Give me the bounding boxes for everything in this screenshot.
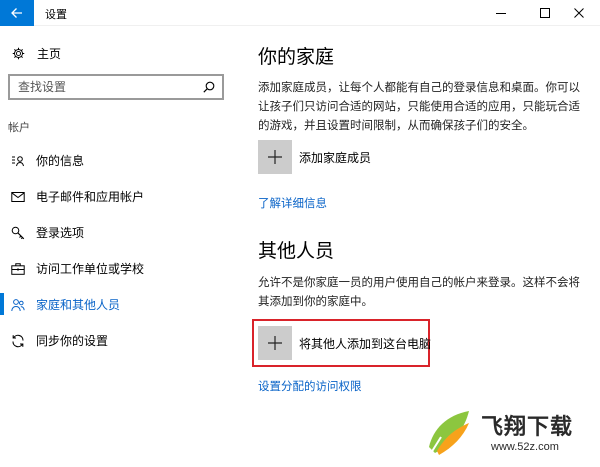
key-icon bbox=[11, 225, 25, 240]
watermark-url: www.52z.com bbox=[491, 441, 559, 453]
gear-icon bbox=[12, 47, 25, 59]
other-people-section-title: 其他人员 bbox=[258, 240, 335, 262]
assigned-access-link[interactable]: 设置分配的访问权限 bbox=[258, 378, 362, 394]
family-description: 添加家庭成员，让每个人都能有自己的登录信息和桌面。你可以让孩子们只访问合适的网站… bbox=[258, 80, 580, 132]
add-other-person-button[interactable]: 将其他人添加到这台电脑 bbox=[258, 326, 431, 360]
search-box[interactable] bbox=[8, 74, 224, 100]
sidebar-item-label: 登录选项 bbox=[36, 226, 85, 240]
add-other-person-label: 将其他人添加到这台电脑 bbox=[299, 336, 432, 351]
sidebar-item-label: 家庭和其他人员 bbox=[36, 298, 121, 312]
sidebar-item-family-other-people[interactable]: 家庭和其他人员 bbox=[0, 287, 235, 321]
sidebar-item-email-accounts[interactable]: 电子邮件和应用帐户 bbox=[0, 179, 235, 213]
window-title: 设置 bbox=[45, 8, 67, 21]
back-button[interactable] bbox=[0, 0, 34, 26]
plus-icon bbox=[268, 150, 282, 164]
sync-icon bbox=[11, 333, 25, 348]
family-section-title: 你的家庭 bbox=[258, 46, 335, 68]
section-label-accounts: 帐户 bbox=[8, 121, 30, 134]
home-nav-item[interactable]: 主页 bbox=[12, 44, 61, 62]
person-card-icon bbox=[11, 153, 25, 167]
sidebar: 主页 帐户 你的信息 电子邮件和应用帐户 登录选项 访问工作单位或学校 bbox=[0, 26, 235, 467]
sidebar-item-your-info[interactable]: 你的信息 bbox=[0, 143, 235, 177]
search-icon[interactable] bbox=[203, 81, 215, 93]
sidebar-item-label: 你的信息 bbox=[36, 154, 85, 168]
close-button[interactable] bbox=[558, 0, 600, 26]
sidebar-item-label: 访问工作单位或学校 bbox=[36, 262, 145, 276]
plus-tile bbox=[258, 140, 292, 174]
home-label: 主页 bbox=[37, 46, 62, 61]
title-bar: 设置 bbox=[0, 0, 600, 26]
watermark: 飞翔下载 www.52z.com bbox=[425, 405, 597, 463]
watermark-logo-icon bbox=[429, 411, 469, 455]
other-people-description: 允许不是你家庭一员的用户使用自己的帐户来登录。这样不会将其添加到你的家庭中。 bbox=[258, 275, 580, 308]
minimize-icon bbox=[496, 13, 506, 14]
minimize-button[interactable] bbox=[480, 0, 522, 26]
add-family-member-label: 添加家庭成员 bbox=[299, 150, 372, 165]
back-arrow-icon bbox=[11, 8, 22, 18]
active-indicator bbox=[0, 293, 4, 315]
sidebar-item-work-school[interactable]: 访问工作单位或学校 bbox=[0, 251, 235, 285]
sidebar-item-sync-settings[interactable]: 同步你的设置 bbox=[0, 323, 235, 357]
plus-tile bbox=[258, 326, 292, 360]
sidebar-item-label: 电子邮件和应用帐户 bbox=[36, 190, 145, 204]
briefcase-icon bbox=[11, 261, 25, 275]
sidebar-item-label: 同步你的设置 bbox=[36, 334, 109, 348]
mail-icon bbox=[11, 189, 25, 203]
plus-icon bbox=[268, 336, 282, 350]
search-input[interactable] bbox=[10, 76, 190, 98]
main-content: 你的家庭 添加家庭成员，让每个人都能有自己的登录信息和桌面。你可以让孩子们只访问… bbox=[235, 26, 600, 467]
add-family-member-button[interactable]: 添加家庭成员 bbox=[258, 140, 371, 174]
maximize-icon bbox=[540, 8, 550, 18]
learn-more-link[interactable]: 了解详细信息 bbox=[258, 195, 327, 211]
watermark-name: 飞翔下载 bbox=[481, 415, 574, 440]
close-icon bbox=[574, 8, 584, 18]
sidebar-item-sign-in-options[interactable]: 登录选项 bbox=[0, 215, 235, 249]
people-icon bbox=[11, 297, 25, 312]
